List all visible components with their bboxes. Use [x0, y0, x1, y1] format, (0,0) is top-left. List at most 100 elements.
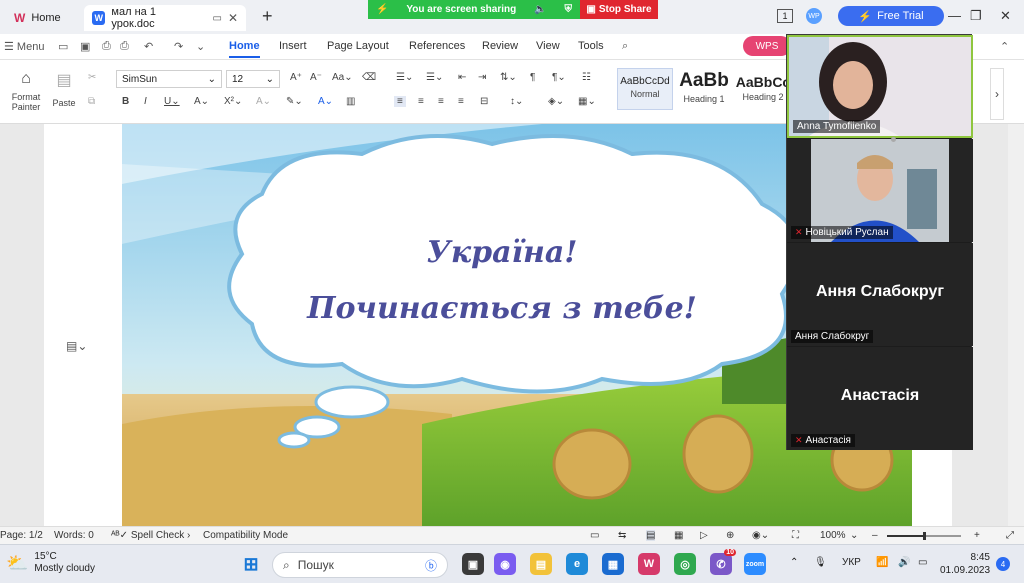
- outline-icon[interactable]: ⇆: [618, 530, 626, 541]
- taskbar-search[interactable]: ⌕ Пошук ⓑ: [272, 552, 448, 578]
- menu-button[interactable]: ☰ Menu: [4, 40, 44, 53]
- audio-icon[interactable]: 🔈: [534, 4, 546, 15]
- microphone-icon[interactable]: 🎙: [814, 557, 827, 568]
- change-case-icon[interactable]: Aa⌄: [332, 72, 353, 83]
- page-indicator[interactable]: Page: 1/2: [0, 530, 43, 541]
- format-painter-button[interactable]: ⌂ Format Painter: [10, 70, 42, 112]
- zoom-slider[interactable]: [887, 532, 961, 540]
- export-icon[interactable]: ⎙: [102, 40, 111, 53]
- cut-icon[interactable]: ✂: [88, 72, 96, 83]
- menu-tools[interactable]: Tools: [578, 40, 604, 52]
- task-view-icon[interactable]: ▣: [462, 553, 484, 575]
- fullscreen-icon[interactable]: ⤢: [1006, 530, 1014, 541]
- customize-chevron-icon[interactable]: ⌄: [196, 40, 205, 53]
- web-layout-icon[interactable]: ▦: [674, 530, 683, 541]
- stop-share-button[interactable]: ▣ Stop Share: [580, 0, 658, 19]
- font-size-select[interactable]: 12 ⌄: [226, 70, 280, 88]
- wps-ai-button[interactable]: WPS: [743, 36, 791, 56]
- battery-icon[interactable]: ▭: [918, 557, 927, 568]
- participant-tile[interactable]: ✕ Новіцький Руслан: [787, 139, 973, 242]
- play-icon[interactable]: ▷: [700, 530, 708, 541]
- redo-icon[interactable]: ↷: [174, 40, 183, 53]
- pin-icon[interactable]: ⚡: [376, 4, 388, 15]
- chrome-icon[interactable]: ◎: [674, 553, 696, 575]
- align-left-icon[interactable]: ≡: [394, 96, 406, 107]
- line-spacing-tool-icon[interactable]: ☷: [582, 72, 591, 83]
- zoom-level[interactable]: 100%: [820, 530, 846, 541]
- menu-insert[interactable]: Insert: [279, 40, 307, 52]
- minimize-button[interactable]: —: [948, 8, 961, 23]
- zoom-slider-knob[interactable]: [923, 532, 926, 540]
- highlight-icon[interactable]: ✎⌄: [286, 96, 303, 107]
- open-folder-icon[interactable]: ▭: [58, 40, 68, 53]
- grow-font-icon[interactable]: A⁺: [290, 72, 302, 83]
- read-mode-icon[interactable]: ▭: [590, 530, 599, 541]
- copy-icon[interactable]: ⧉: [88, 96, 95, 107]
- globe-icon[interactable]: ⊕: [726, 530, 734, 541]
- tab-document[interactable]: W мал на 1 урок.doc ▭ ✕: [84, 5, 246, 31]
- windows-start-icon[interactable]: ⊞: [240, 553, 262, 575]
- close-tab-icon[interactable]: ✕: [228, 11, 238, 25]
- shrink-font-icon[interactable]: A⁻: [310, 72, 322, 83]
- page-view-icon[interactable]: ▤: [646, 530, 656, 541]
- decrease-indent-icon[interactable]: ⇤: [458, 72, 466, 83]
- word-count[interactable]: Words: 0: [54, 530, 94, 541]
- participant-tile[interactable]: Anna Tymofiienko: [787, 35, 973, 138]
- close-window-button[interactable]: ✕: [1000, 8, 1011, 24]
- font-color-icon[interactable]: A⌄: [318, 96, 333, 107]
- menu-page-layout[interactable]: Page Layout: [327, 40, 389, 52]
- fit-page-icon[interactable]: ⛶: [792, 530, 799, 541]
- spell-check-button[interactable]: ᴬᴮ✓ Spell Check ›: [111, 530, 190, 541]
- zoom-dropdown-icon[interactable]: ⌄: [850, 530, 858, 541]
- style-normal[interactable]: AaBbCcDd Normal: [617, 68, 673, 110]
- undo-icon[interactable]: ↶: [144, 40, 153, 53]
- text-effects-icon[interactable]: A⌄: [256, 96, 271, 107]
- monitor-icon[interactable]: ▭: [212, 13, 221, 24]
- strikethrough-icon[interactable]: A⌄: [194, 96, 209, 107]
- new-tab-button[interactable]: +: [262, 6, 273, 27]
- print-icon[interactable]: ⎙: [120, 40, 129, 53]
- wps-office-icon[interactable]: W: [638, 553, 660, 575]
- menu-home[interactable]: Home: [229, 40, 260, 58]
- language-indicator[interactable]: УКР: [842, 557, 861, 568]
- zoom-app-icon[interactable]: zoom: [744, 553, 766, 575]
- menu-review[interactable]: Review: [482, 40, 518, 52]
- menu-view[interactable]: View: [536, 40, 560, 52]
- volume-icon[interactable]: 🔊: [898, 557, 910, 568]
- panel-drag-handle[interactable]: [891, 137, 896, 142]
- justify-icon[interactable]: ≡: [458, 96, 464, 107]
- borders-icon[interactable]: ▦⌄: [578, 96, 596, 107]
- wifi-icon[interactable]: 📶: [876, 557, 888, 568]
- paragraph-marks-icon[interactable]: ¶⌄: [552, 72, 566, 83]
- line-spacing-icon[interactable]: ↕⌄: [510, 96, 523, 107]
- tab-home[interactable]: W Home: [6, 5, 78, 31]
- teams-chat-icon[interactable]: ◉: [494, 553, 516, 575]
- file-explorer-icon[interactable]: ▤: [530, 553, 552, 575]
- system-clock[interactable]: 8:45 01.09.2023: [940, 551, 990, 577]
- weather-widget[interactable]: ⛅ 15°C Mostly cloudy: [6, 551, 95, 575]
- clear-format-icon[interactable]: ⌫: [362, 72, 376, 83]
- participant-tile[interactable]: Анастасія ✕ Анастасія: [787, 347, 973, 450]
- shading-icon[interactable]: ◈⌄: [548, 96, 564, 107]
- account-avatar[interactable]: WP: [806, 8, 822, 24]
- save-icon[interactable]: ▣: [80, 40, 90, 53]
- underline-icon[interactable]: U⌄: [164, 96, 180, 107]
- store-icon[interactable]: ▦: [602, 553, 624, 575]
- menu-references[interactable]: References: [409, 40, 465, 52]
- paste-button[interactable]: ▤ Paste: [50, 70, 78, 108]
- style-heading-2[interactable]: AaBbCc Heading 2: [735, 68, 791, 110]
- edge-icon[interactable]: e: [566, 553, 588, 575]
- style-heading-1[interactable]: AaBb Heading 1: [675, 68, 733, 110]
- numbering-icon[interactable]: ☰⌄: [426, 72, 443, 83]
- viber-icon[interactable]: ✆ 10: [710, 549, 736, 575]
- eye-protect-icon[interactable]: ◉⌄: [752, 530, 769, 541]
- italic-icon[interactable]: I: [144, 96, 147, 107]
- search-icon[interactable]: ⌕: [622, 40, 628, 53]
- zoom-out-button[interactable]: –: [872, 530, 878, 541]
- chevron-right-icon[interactable]: ›: [990, 68, 1004, 120]
- layout-options-icon[interactable]: ▤⌄: [66, 339, 87, 353]
- font-name-select[interactable]: SimSun ⌄: [116, 70, 222, 88]
- sort-icon[interactable]: ⇅⌄: [500, 72, 517, 83]
- char-shading-icon[interactable]: ▥: [346, 96, 355, 107]
- page-count-icon[interactable]: 1: [777, 9, 793, 23]
